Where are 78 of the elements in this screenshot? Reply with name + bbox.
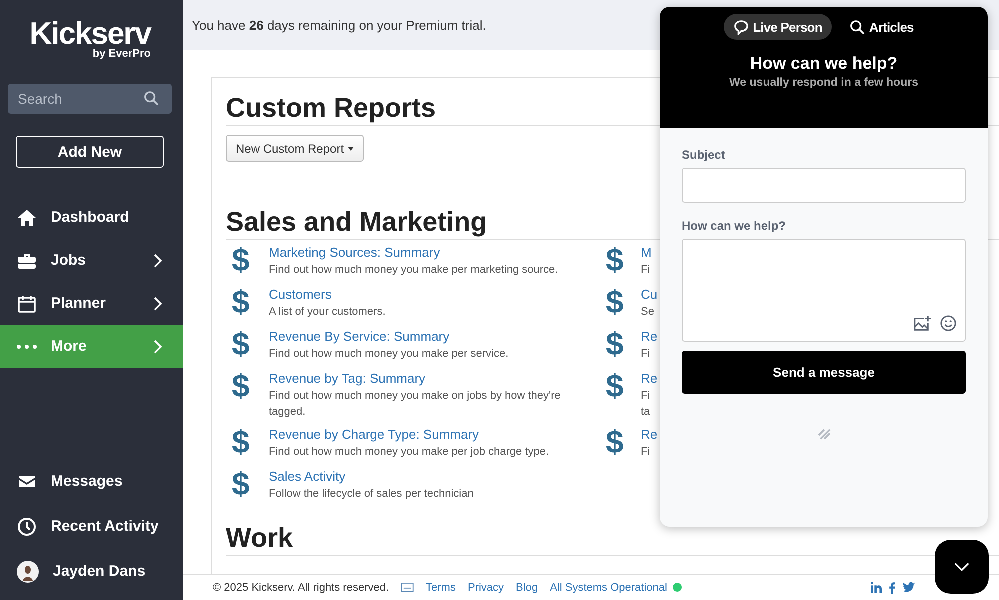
subject-field[interactable] <box>682 168 966 203</box>
add-new-button[interactable]: Add New <box>16 136 164 168</box>
report-description: Follow the lifecycle of sales per technician <box>269 487 475 502</box>
dollar-icon: $ <box>232 242 269 278</box>
dollar-icon: $ <box>232 326 269 362</box>
linkedin-icon[interactable] <box>871 582 882 592</box>
footer-link[interactable]: Terms <box>426 582 456 594</box>
dots-icon <box>17 344 37 348</box>
report-link[interactable]: Cu <box>641 286 658 304</box>
report-description: Fi ta <box>641 389 652 420</box>
report-description: Se <box>641 305 656 320</box>
chat-tab[interactable]: Live Person <box>724 14 832 40</box>
footer-link[interactable]: Blog <box>516 582 538 594</box>
avatar-icon <box>17 560 39 582</box>
chat-tab[interactable]: Articles <box>840 14 924 40</box>
report-link[interactable]: Re <box>641 370 658 388</box>
search-field[interactable]: Search <box>8 84 172 114</box>
add-image-icon[interactable] <box>913 315 932 332</box>
facebook-icon[interactable] <box>889 582 896 594</box>
chat-subtitle: We usually respond in a few hours <box>730 77 918 89</box>
report-description: Find out how much money you make per marketing source. <box>269 263 560 278</box>
nav-item[interactable]: Dashboard <box>0 196 183 239</box>
logo-tagline: by EverPro <box>92 48 151 60</box>
search-icon <box>850 20 866 34</box>
report-link[interactable]: Marketing Sources: Summary <box>269 244 606 262</box>
footer-link[interactable]: All Systems Operational <box>550 582 668 594</box>
slashes-icon <box>818 428 830 441</box>
report-link[interactable]: Revenue by Tag: Summary <box>269 370 606 388</box>
report-description: Fi <box>641 347 652 362</box>
report-link[interactable]: Sales Activity <box>269 468 606 486</box>
message-field[interactable] <box>682 239 966 342</box>
field-label: Subject <box>682 148 726 162</box>
report-link[interactable]: Re <box>641 328 658 346</box>
field-label: How can we help? <box>682 219 788 233</box>
twitter-icon[interactable] <box>903 582 915 592</box>
dollar-icon: $ <box>232 466 269 502</box>
report-description: Fi <box>641 445 652 460</box>
report-link[interactable]: M <box>641 244 652 262</box>
nav-item[interactable]: Messages <box>0 460 183 503</box>
trial-notice: You have 26 days remaining on your Premium trial. <box>192 18 486 32</box>
calendar-icon <box>17 294 37 314</box>
chat-title: How can we help? <box>750 54 898 74</box>
logo: Kickserv <box>30 18 151 50</box>
nav-item[interactable]: More <box>0 325 183 368</box>
report-link[interactable]: Revenue by Charge Type: Summary <box>269 426 606 444</box>
new-report-dropdown[interactable]: New Custom Report <box>226 135 364 162</box>
chevron-down-icon <box>953 562 971 572</box>
send-message-button[interactable]: Send a message <box>682 351 966 394</box>
copyright: © 2025 Kickserv. All rights reserved. <box>213 582 390 594</box>
chat-toggle-button[interactable] <box>935 540 989 594</box>
nav-item[interactable]: Jobs <box>0 239 183 282</box>
speech-bubble-icon <box>734 20 750 34</box>
report-link[interactable]: Customers <box>269 286 606 304</box>
home-icon <box>17 208 37 228</box>
dollar-icon: $ <box>232 368 269 404</box>
report-description: Find out how much money you make on jobs by how they're tagged. <box>269 389 562 420</box>
nav-item[interactable]: Planner <box>0 282 183 325</box>
keyboard-icon <box>401 583 414 592</box>
dollar-icon: $ <box>606 368 641 404</box>
clock-icon <box>17 516 37 536</box>
report-description: A list of your customers. <box>269 305 387 320</box>
dollar-icon: $ <box>232 284 269 320</box>
report-description: Fi <box>641 263 652 278</box>
footer-link[interactable]: Privacy <box>468 582 504 594</box>
emoji-icon[interactable] <box>940 315 957 332</box>
dollar-icon: $ <box>606 242 641 278</box>
dollar-icon: $ <box>606 326 641 362</box>
dollar-icon: $ <box>606 284 641 320</box>
nav-item[interactable]: Jayden Dans <box>0 550 183 593</box>
report-description: Find out how much money you make per service. <box>269 347 510 362</box>
nav-item[interactable]: Recent Activity <box>0 505 183 548</box>
dollar-icon: $ <box>606 424 641 460</box>
report-link[interactable]: Revenue By Service: Summary <box>269 328 606 346</box>
search-icon <box>144 91 159 106</box>
report-description: Find out how much money you make per job charge type. <box>269 445 550 460</box>
dollar-icon: $ <box>232 424 269 460</box>
status-dot <box>673 583 682 592</box>
report-link[interactable]: Re <box>641 426 658 444</box>
